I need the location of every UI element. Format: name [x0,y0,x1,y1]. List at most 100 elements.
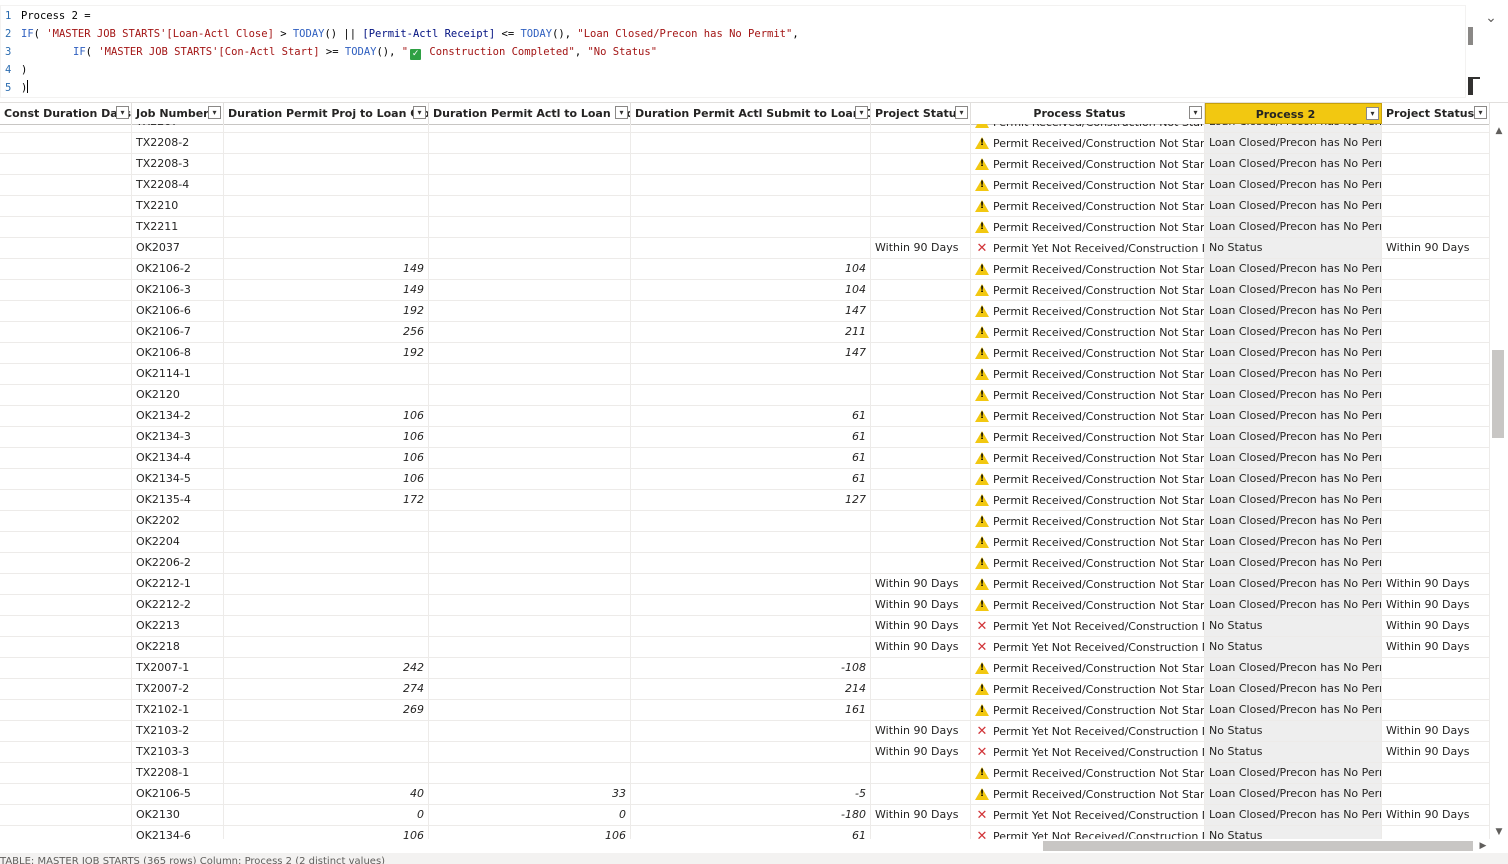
col-header-project-status-2[interactable]: Project Status 2 ▾ [1382,103,1490,124]
filter-dropdown-icon[interactable]: ▾ [955,106,968,119]
col-header-job-number[interactable]: Job Number ▾ [132,103,224,124]
process-status-text: Permit Received/Construction Not Started [993,557,1205,570]
duration-submit-cell [631,124,871,132]
filter-dropdown-icon[interactable]: ▾ [116,106,129,119]
process-status-text: Permit Received/Construction Not Started [993,326,1205,339]
duration-submit-cell [631,364,871,384]
process-status-cell: ✕ Permit Yet Not Received/Construction No… [971,826,1205,839]
vertical-scroll-thumb[interactable] [1492,350,1504,438]
col-header-const-duration-days[interactable]: Const Duration Days ▾ [0,103,132,124]
table-row[interactable]: TX2102-1269 161 Permit Received/Constructi… [0,700,1490,721]
duration-proj-cell: 0 [224,805,429,825]
dax-formula-editor[interactable]: 1 Process 2 = 2 IF( 'MASTER JOB STARTS'[Lo… [0,5,1466,98]
table-row[interactable]: OK2120 Permit Received/Construction Not S… [0,385,1490,406]
job-number-cell: OK2114-1 [132,364,224,384]
const-duration-cell [0,427,132,447]
col-header-process-status[interactable]: Process Status ▾ [971,103,1205,124]
const-duration-cell [0,238,132,258]
project-status-cell [871,322,971,342]
duration-submit-cell [631,574,871,594]
table-row[interactable]: TX2208-3 Permit Received/Construction Not… [0,154,1490,175]
scroll-down-icon[interactable]: ▼ [1490,825,1508,839]
formula-resize-handle[interactable] [1468,77,1480,95]
scroll-right-icon[interactable]: ▶ [1476,839,1490,853]
duration-actl-cell: 0 [429,805,631,825]
if-keyword: IF [21,28,34,40]
formula-scroll-thumb[interactable] [1468,27,1473,45]
col-header-duration-permit-submit[interactable]: Duration Permit Actl Submit to Loan Clos… [631,103,871,124]
filter-dropdown-icon[interactable]: ▾ [1189,106,1202,119]
table-row[interactable]: TX2211 Permit Received/Construction Not S… [0,217,1490,238]
table-row[interactable]: TX2103-3 Within 90 Days ✕ Permit Yet Not Re… [0,742,1490,763]
table-row[interactable]: OK2134-2106 61 Permit Received/Constructio… [0,406,1490,427]
table-row[interactable]: OK2206-2 Permit Received/Construction Not… [0,553,1490,574]
table-row[interactable]: OK2134-3106 61 Permit Received/Constructio… [0,427,1490,448]
warning-triangle-icon [975,259,989,279]
table-row[interactable]: OK2135-4172 127 Permit Received/Constructi… [0,490,1490,511]
process-status-text: Permit Received/Construction Not Started [993,347,1205,360]
table-row[interactable]: TX2208-1 Permit Received/Construction Not… [0,763,1490,784]
table-row[interactable]: OK2134-4106 61 Permit Received/Constructio… [0,448,1490,469]
table-row[interactable]: OK2212-2 Within 90 Days Permit Received/Co… [0,595,1490,616]
scroll-up-icon[interactable]: ▲ [1490,124,1508,138]
table-row[interactable]: TX2208-4 Permit Received/Construction Not… [0,175,1490,196]
table-row[interactable]: OK2106-54033-5 Permit Received/Constructi… [0,784,1490,805]
table-row[interactable]: OK2202 Permit Received/Construction Not S… [0,511,1490,532]
table-row[interactable]: TX2207 Permit Received/Construction Not S… [0,124,1490,133]
process-2-cell: Loan Closed/Precon has No Permit [1205,343,1382,363]
process-status-cell: ✕ Permit Yet Not Received/Construction No… [971,637,1205,657]
table-row[interactable]: OK2213 Within 90 Days ✕ Permit Yet Not Rece… [0,616,1490,637]
filter-dropdown-icon[interactable]: ▾ [615,106,628,119]
col-header-process-2[interactable]: Process 2 ▾ [1205,103,1382,124]
col-header-project-status[interactable]: Project Status ▾ [871,103,971,124]
table-row[interactable]: OK2204 Permit Received/Construction Not S… [0,532,1490,553]
table-row[interactable]: OK2134-6 106 106 61 ✕ Permit Yet Not Received… [0,826,1490,839]
text-cursor [27,80,29,93]
process-2-cell: No Status [1205,637,1382,657]
project-status-2-cell: Within 90 Days [1382,238,1490,258]
table-row[interactable]: OK2106-7256 211 Permit Received/Constructi… [0,322,1490,343]
collapse-formula-chevron-icon[interactable]: ⌄ [1483,10,1499,26]
table-row[interactable]: OK2114-1 Permit Received/Construction Not… [0,364,1490,385]
horizontal-scrollbar[interactable]: ▶ [0,839,1490,853]
process-status-cell: Permit Received/Construction Not Started [971,343,1205,363]
duration-actl-cell [429,721,631,741]
process-status-cell: Permit Received/Construction Not Started [971,490,1205,510]
table-row[interactable]: OK2134-5106 61 Permit Received/Constructio… [0,469,1490,490]
table-row[interactable]: OK2037 Within 90 Days ✕ Permit Yet Not Rece… [0,238,1490,259]
filter-dropdown-icon[interactable]: ▾ [413,106,426,119]
table-row[interactable]: TX2103-2 Within 90 Days ✕ Permit Yet Not Re… [0,721,1490,742]
table-row[interactable]: OK2106-6192 147 Permit Received/Constructi… [0,301,1490,322]
table-row[interactable]: OK2106-2149 104 Permit Received/Constructi… [0,259,1490,280]
formula-scrollbar[interactable] [1466,5,1480,98]
col-header-duration-permit-proj[interactable]: Duration Permit Proj to Loan Close ▾ [224,103,429,124]
table-row[interactable]: OK2212-1 Within 90 Days Permit Received/Co… [0,574,1490,595]
const-duration-cell [0,553,132,573]
project-status-2-cell [1382,133,1490,153]
duration-submit-cell [631,532,871,552]
table-row[interactable]: TX2208-2 Permit Received/Construction Not… [0,133,1490,154]
horizontal-scroll-thumb[interactable] [1043,841,1473,851]
vertical-scrollbar[interactable]: ▲ ▼ [1490,124,1508,839]
col-header-duration-permit-actl[interactable]: Duration Permit Actl to Loan Close ▾ [429,103,631,124]
table-row[interactable]: OK2130 0 0 -180 Within 90 Days ✕ Permit Yet No… [0,805,1490,826]
filter-dropdown-icon[interactable]: ▾ [1366,107,1379,120]
table-row[interactable]: TX2007-2274 214 Permit Received/Constructi… [0,679,1490,700]
filter-dropdown-icon[interactable]: ▾ [855,106,868,119]
project-status-2-cell [1382,406,1490,426]
filter-dropdown-icon[interactable]: ▾ [1474,106,1487,119]
table-row[interactable]: OK2106-3149 104 Permit Received/Constructi… [0,280,1490,301]
duration-actl-cell [429,124,631,132]
duration-submit-cell [631,154,871,174]
const-duration-cell [0,700,132,720]
process-status-cell: Permit Received/Construction Not Started [971,700,1205,720]
process-2-cell: Loan Closed/Precon has No Permit [1205,385,1382,405]
table-row[interactable]: OK2218 Within 90 Days ✕ Permit Yet Not Rece… [0,637,1490,658]
table-row[interactable]: OK2106-8192 147 Permit Received/Constructi… [0,343,1490,364]
process-status-cell: Permit Received/Construction Not Started [971,595,1205,615]
filter-dropdown-icon[interactable]: ▾ [208,106,221,119]
table-row[interactable]: TX2210 Permit Received/Construction Not S… [0,196,1490,217]
red-x-icon: ✕ [976,829,988,839]
table-row[interactable]: TX2007-1242 -108 Permit Received/Construct… [0,658,1490,679]
job-number-cell: OK2218 [132,637,224,657]
